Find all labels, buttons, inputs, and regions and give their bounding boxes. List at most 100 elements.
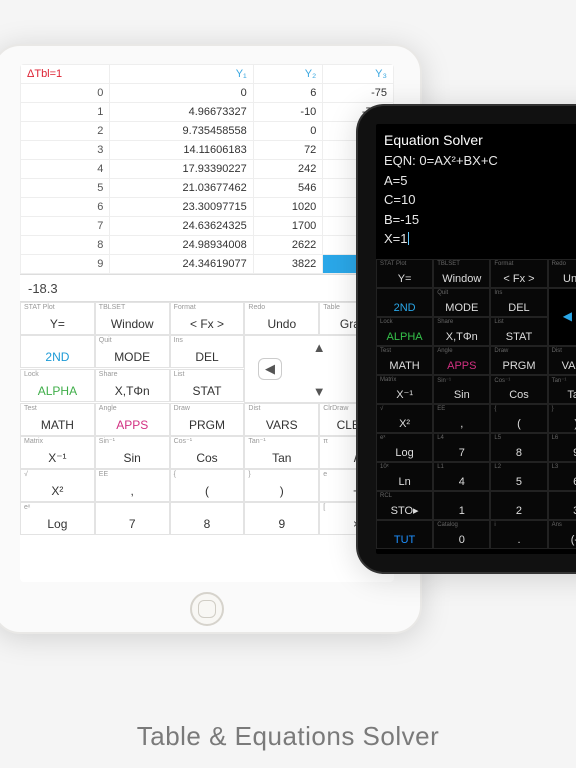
cell-y1[interactable]: 24.98934008 (110, 236, 253, 255)
key-mode[interactable]: QuitMODE (95, 335, 170, 368)
key-math[interactable]: TestMATH (20, 403, 95, 436)
key-tan[interactable]: Tan⁻¹Tan (244, 436, 319, 469)
key-cos[interactable]: Cos⁻¹Cos (490, 375, 547, 404)
key-tut[interactable]: TUT (376, 520, 433, 549)
key-log[interactable]: eˣLog (20, 502, 95, 535)
table-row[interactable]: 623.300977151020-49.8 (21, 198, 394, 217)
arrow-up-icon[interactable]: ▲ (313, 340, 326, 355)
key--[interactable]: i. (490, 520, 547, 549)
key-undo[interactable]: RedoUndo (548, 259, 576, 288)
key-math[interactable]: TestMATH (376, 346, 433, 375)
key-tan[interactable]: Tan⁻¹Tan (548, 375, 576, 404)
cell-index[interactable]: 2 (21, 122, 110, 141)
arrow-left-icon[interactable]: ◀ (258, 358, 282, 380)
key-x-t-n[interactable]: ShareX,TΦn (95, 369, 170, 402)
key-4[interactable]: L14 (433, 462, 490, 491)
key-sin[interactable]: Sin⁻¹Sin (95, 436, 170, 469)
table-row[interactable]: 314.1160618372-68.7 (21, 141, 394, 160)
key-x-[interactable]: √X² (376, 404, 433, 433)
key-x-[interactable]: MatrixX⁻¹ (376, 375, 433, 404)
key-apps[interactable]: AngleAPPS (95, 403, 170, 436)
cell-y1[interactable]: 24.34619077 (110, 255, 253, 274)
table-header-delta[interactable]: ΔTbl=1 (21, 65, 110, 84)
cell-y1[interactable]: 0 (110, 84, 253, 103)
key-sto-[interactable]: RCLSTO▸ (376, 491, 433, 520)
key-7[interactable]: L47 (433, 433, 490, 462)
key-undo[interactable]: RedoUndo (244, 302, 319, 335)
cell-y3[interactable]: -75 (323, 84, 394, 103)
home-button[interactable] (190, 592, 224, 626)
table-header-y2[interactable]: Y₂ (253, 65, 323, 84)
cell-index[interactable]: 5 (21, 179, 110, 198)
table-header-y1[interactable]: Y₁ (110, 65, 253, 84)
key-prgm[interactable]: DrawPRGM (490, 346, 547, 375)
key-ln[interactable]: 10ˣLn (376, 462, 433, 491)
cell-index[interactable]: 4 (21, 160, 110, 179)
cell-y2[interactable]: 2622 (253, 236, 323, 255)
key-5[interactable]: L25 (490, 462, 547, 491)
table-row[interactable]: 14.96673327-10-74.3 (21, 103, 394, 122)
key-7[interactable]: 7 (95, 502, 170, 535)
table-row[interactable]: 724.636243251700-40.7 (21, 217, 394, 236)
cell-index[interactable]: 7 (21, 217, 110, 236)
key-vars[interactable]: DistVARS (548, 346, 576, 375)
key--fx-[interactable]: Format< Fx > (170, 302, 245, 335)
key-9[interactable]: L69 (548, 433, 576, 462)
key-1[interactable]: 1 (433, 491, 490, 520)
key-y-[interactable]: STAT PlotY= (20, 302, 95, 335)
cell-y2[interactable]: -10 (253, 103, 323, 122)
arrow-down-icon[interactable]: ▼ (313, 384, 326, 399)
table-row[interactable]: 521.03677462546-57.5 (21, 179, 394, 198)
key-del[interactable]: InsDEL (490, 288, 547, 317)
entry-value[interactable]: -18.3 (28, 281, 58, 296)
key-y-[interactable]: STAT PlotY= (376, 259, 433, 288)
key-alpha[interactable]: LockALPHA (376, 317, 433, 346)
key-del[interactable]: InsDEL (170, 335, 245, 368)
key-x-t-n[interactable]: ShareX,TΦn (433, 317, 490, 346)
key-2[interactable]: 2 (490, 491, 547, 520)
key--[interactable]: EE, (433, 404, 490, 433)
key--[interactable]: EE, (95, 469, 170, 502)
key--fx-[interactable]: Format< Fx > (490, 259, 547, 288)
key-alpha[interactable]: LockALPHA (20, 369, 95, 402)
key-vars[interactable]: DistVARS (244, 403, 319, 436)
key-window[interactable]: TBLSETWindow (433, 259, 490, 288)
key-0[interactable]: Catalog0 (433, 520, 490, 549)
key-apps[interactable]: AngleAPPS (433, 346, 490, 375)
cell-index[interactable]: 6 (21, 198, 110, 217)
table-row[interactable]: 29.7354585580-72.2 (21, 122, 394, 141)
cell-y1[interactable]: 21.03677462 (110, 179, 253, 198)
key-6[interactable]: L36 (548, 462, 576, 491)
key-prgm[interactable]: DrawPRGM (170, 403, 245, 436)
cell-y1[interactable]: 24.63624325 (110, 217, 253, 236)
key-log[interactable]: eˣLog (376, 433, 433, 462)
table-row[interactable]: 924.346190773822-18.3 (21, 255, 394, 274)
key-x-[interactable]: MatrixX⁻¹ (20, 436, 95, 469)
key-9[interactable]: 9 (244, 502, 319, 535)
cell-y2[interactable]: 3822 (253, 255, 323, 274)
cell-y1[interactable]: 4.96673327 (110, 103, 253, 122)
table-row[interactable]: 824.989340082622-30.2 (21, 236, 394, 255)
cell-y1[interactable]: 14.11606183 (110, 141, 253, 160)
key-window[interactable]: TBLSETWindow (95, 302, 170, 335)
cell-index[interactable]: 9 (21, 255, 110, 274)
key-stat[interactable]: ListSTAT (170, 369, 245, 402)
cell-index[interactable]: 3 (21, 141, 110, 160)
table-header-y3[interactable]: Y₃ (323, 65, 394, 84)
arrow-left-icon[interactable]: ◀ (563, 309, 572, 323)
cell-index[interactable]: 1 (21, 103, 110, 122)
key-8[interactable]: L58 (490, 433, 547, 462)
key--[interactable]: {( (490, 404, 547, 433)
cell-y2[interactable]: 0 (253, 122, 323, 141)
cell-y2[interactable]: 1020 (253, 198, 323, 217)
key-2nd[interactable]: 2ND (20, 335, 95, 368)
cell-y2[interactable]: 1700 (253, 217, 323, 236)
key--[interactable]: }) (548, 404, 576, 433)
key--[interactable]: {( (170, 469, 245, 502)
key-x-[interactable]: √X² (20, 469, 95, 502)
key-sin[interactable]: Sin⁻¹Sin (433, 375, 490, 404)
cell-index[interactable]: 8 (21, 236, 110, 255)
key-stat[interactable]: ListSTAT (490, 317, 547, 346)
cell-y1[interactable]: 23.30097715 (110, 198, 253, 217)
cell-y1[interactable]: 9.735458558 (110, 122, 253, 141)
